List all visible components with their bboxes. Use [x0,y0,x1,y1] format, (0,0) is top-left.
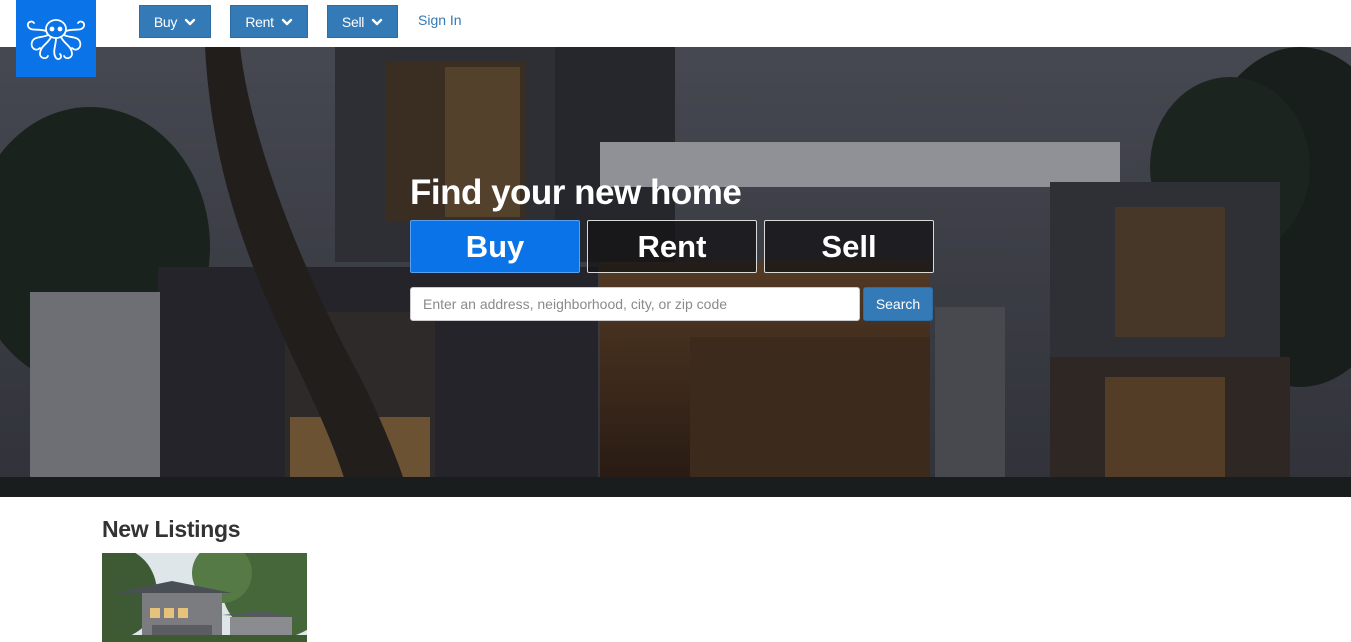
search-button[interactable]: Search [863,287,933,321]
listing-house-image [102,553,307,642]
chevron-down-icon [371,16,383,28]
new-listings-heading: New Listings [102,516,241,542]
nav-buy-label: Buy [153,13,178,30]
top-navbar: Buy Rent Sell Sign In [0,0,1351,77]
chevron-down-icon [281,16,293,28]
listing-card[interactable] [102,553,307,642]
nav-rent-dropdown[interactable]: Rent [230,5,308,38]
search-input[interactable] [410,287,860,321]
tab-sell[interactable]: Sell [764,220,934,273]
nav-sell-label: Sell [341,13,365,30]
nav-sell-dropdown[interactable]: Sell [327,5,398,38]
sign-in-link[interactable]: Sign In [418,12,462,28]
octopus-logo[interactable] [16,0,96,77]
hero-banner: Find your new home Buy Rent Sell Search [0,47,1351,497]
tab-rent[interactable]: Rent [587,220,757,273]
hero-title: Find your new home [410,173,742,212]
chevron-down-icon [184,16,196,28]
octopus-icon [26,18,86,60]
tab-buy[interactable]: Buy [410,220,580,273]
nav-buy-dropdown[interactable]: Buy [139,5,211,38]
nav-rent-label: Rent [245,13,274,30]
